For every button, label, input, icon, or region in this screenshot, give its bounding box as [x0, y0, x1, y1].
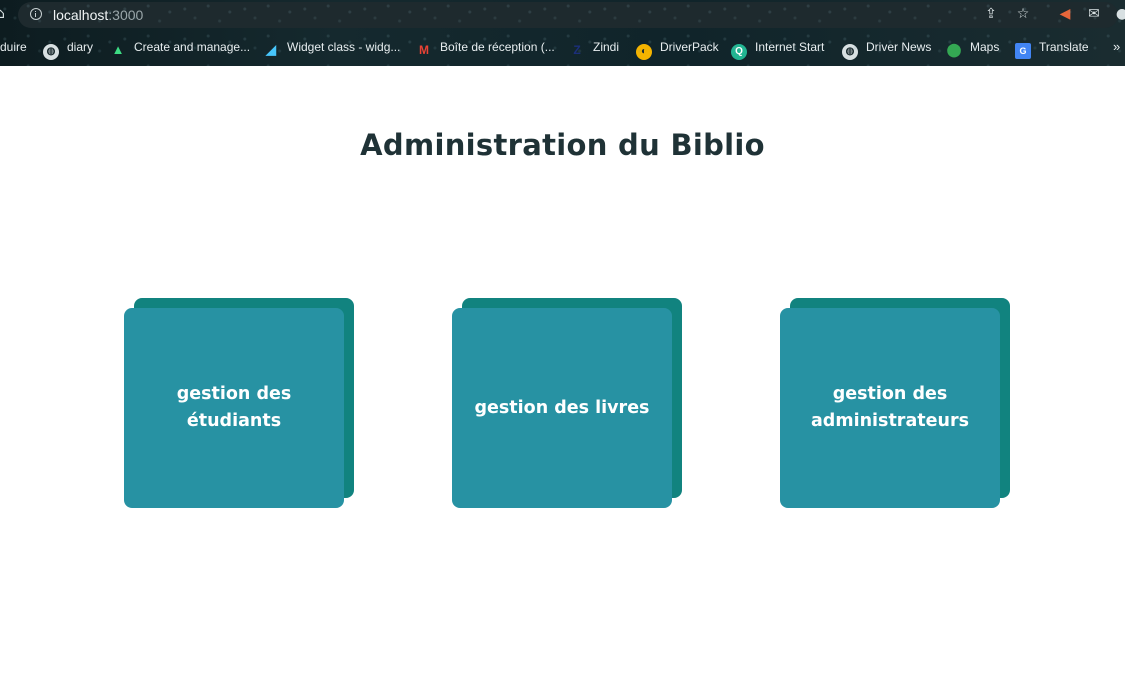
url-text[interactable]: localhost:3000	[53, 7, 143, 23]
url-host: localhost	[53, 7, 109, 23]
bookmark-item[interactable]: ◍ diary	[43, 38, 94, 60]
internet-start-icon: Q	[731, 44, 747, 60]
android-icon: ▲	[111, 42, 125, 57]
bookmark-item[interactable]: duire	[0, 38, 27, 56]
card-label: gestion des livres	[474, 397, 650, 418]
bookmark-item[interactable]: M Boîte de réception (...	[416, 38, 555, 57]
page-title: Administration du Biblio	[360, 128, 765, 162]
mail-icon[interactable]: ✉	[1085, 5, 1103, 23]
bookmark-label: DriverPack	[660, 40, 719, 54]
bookmark-label: duire	[0, 40, 27, 54]
info-icon[interactable]	[30, 8, 42, 20]
card-face[interactable]: gestion des étudiants	[124, 308, 344, 508]
globe-icon: ◍	[842, 44, 858, 60]
bookmark-item[interactable]: G Translate	[1015, 38, 1089, 59]
bookmark-label: Boîte de réception (...	[440, 40, 555, 54]
card-label: gestion des étudiants	[176, 384, 292, 431]
star-icon[interactable]: ☆	[1014, 5, 1032, 23]
browser-chrome: ⌂ localhost:3000 ⇪ ☆ ◀ ✉ ● duire ◍ diary …	[0, 0, 1125, 66]
home-icon[interactable]: ⌂	[0, 6, 8, 22]
bookmark-item[interactable]: ◍ Driver News	[842, 38, 932, 60]
card-gestion-administrateurs[interactable]: gestion des administrateurs	[780, 298, 1010, 508]
bookmark-label: diary	[67, 40, 94, 54]
bookmark-item[interactable]: ◐ DriverPack	[636, 38, 719, 60]
zindi-icon: Z	[573, 43, 581, 57]
bookmark-label: Translate	[1039, 40, 1089, 54]
driverpack-icon: ◐	[636, 44, 652, 60]
card-gestion-etudiants[interactable]: gestion des étudiants	[124, 298, 354, 508]
globe-icon: ◍	[43, 44, 59, 60]
share-icon[interactable]: ⇪	[982, 5, 1000, 23]
maps-icon: ⬤	[946, 42, 962, 57]
card-face[interactable]: gestion des administrateurs	[780, 308, 1000, 508]
bookmark-item[interactable]: ◢ Widget class - widg...	[263, 38, 401, 57]
translate-icon: G	[1015, 43, 1031, 59]
bookmark-label: Widget class - widg...	[287, 40, 401, 54]
bookmark-label: Internet Start	[755, 40, 825, 54]
bookmarks-bar: duire ◍ diary ▲ Create and manage... ◢ Widg…	[0, 30, 1125, 64]
bookmark-label: Zindi	[593, 40, 620, 54]
bookmark-item[interactable]: Q Internet Start	[731, 38, 825, 60]
card-gestion-livres[interactable]: gestion des livres	[452, 298, 682, 508]
gmail-icon: M	[419, 43, 429, 57]
profile-icon[interactable]: ●	[1113, 5, 1125, 23]
address-row: ⌂ localhost:3000 ⇪ ☆ ◀ ✉ ●	[0, 0, 1125, 30]
card-label: gestion des administrateurs	[811, 384, 969, 431]
card-face[interactable]: gestion des livres	[452, 308, 672, 508]
bookmark-item[interactable]: Z Zindi	[569, 38, 620, 57]
bookmark-label: Create and manage...	[134, 40, 251, 54]
more-bookmarks-button[interactable]: »	[1113, 38, 1120, 56]
extension-icon[interactable]: ◀	[1056, 5, 1074, 23]
bookmark-label: Driver News	[866, 40, 932, 54]
bookmark-item[interactable]: ▲ Create and manage...	[110, 38, 251, 57]
flutter-icon: ◢	[266, 42, 276, 57]
bookmark-label: Maps	[970, 40, 1000, 54]
bookmark-item[interactable]: ⬤ Maps	[946, 38, 1000, 57]
url-bar[interactable]: localhost:3000	[18, 2, 1118, 28]
url-port: :3000	[108, 7, 144, 23]
